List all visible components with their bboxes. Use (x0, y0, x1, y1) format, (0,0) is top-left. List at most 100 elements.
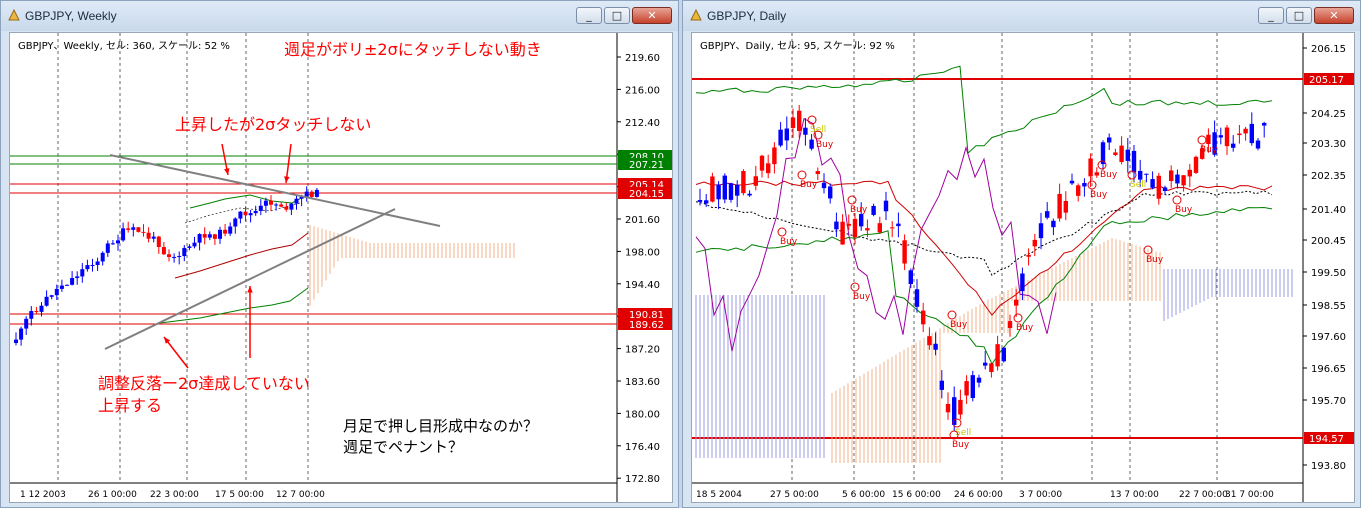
candle-body (1206, 134, 1211, 145)
signal-buy-label: Buy (853, 292, 871, 302)
candle-body (110, 243, 115, 245)
candle-body (253, 210, 258, 214)
minimize-button[interactable]: _ (576, 7, 602, 24)
candle-body (14, 339, 18, 343)
candle-body (1162, 187, 1168, 192)
annotation-top: 週足がボリ±2σにタッチしない動き (284, 40, 542, 59)
candle-body (939, 380, 944, 390)
candle-body (778, 129, 783, 146)
candle-body (59, 285, 64, 289)
price-tag-label: 204.15 (629, 189, 664, 200)
candle-body (131, 227, 136, 230)
candle-body (1001, 347, 1006, 362)
price-label: 180.00 (625, 409, 660, 420)
candle-body (24, 318, 29, 329)
candle-body (1020, 273, 1025, 292)
maximize-button[interactable]: □ (1286, 7, 1312, 24)
candle-body (883, 200, 889, 212)
signal-buy-label: Buy (1090, 190, 1108, 200)
annotation-correction-1: 調整反落ー2σ達成していない (98, 374, 310, 393)
price-label: 172.80 (625, 474, 660, 485)
candle-body (54, 288, 59, 296)
app-icon (690, 8, 702, 21)
candle-body (294, 198, 299, 204)
candle-body (1138, 170, 1143, 180)
close-button[interactable]: ✕ (632, 7, 672, 24)
minimize-button[interactable]: _ (1258, 7, 1284, 24)
candle-body (1014, 299, 1019, 306)
time-label: 5 6 00:00 (842, 490, 885, 500)
candle-body (39, 305, 44, 312)
candle-body (896, 223, 901, 227)
window-titlebar[interactable]: GBPJPY, Weekly _ □ ✕ (1, 1, 678, 31)
candle-body (902, 240, 907, 264)
candle-body (995, 344, 1000, 367)
candle-body (177, 256, 182, 258)
candle-body (1255, 140, 1261, 149)
arrow-correction-2-head (247, 286, 253, 293)
candle-body (716, 184, 721, 200)
candle-body (212, 234, 217, 239)
candle-body (890, 227, 895, 229)
signal-circle (797, 170, 807, 180)
candle-body (243, 211, 248, 216)
price-label: 194.40 (625, 280, 660, 291)
candle-body (141, 231, 146, 233)
candle-body (228, 226, 233, 234)
time-label: 1 12 2003 (20, 490, 66, 500)
signal-circle (777, 227, 787, 237)
candle-body (1249, 123, 1254, 144)
candle-body (834, 221, 839, 230)
candle-body (722, 175, 727, 200)
candle-body (1063, 200, 1068, 213)
annotation-question-2: 週足でペナント？ (343, 438, 463, 456)
candle-body (1237, 133, 1242, 136)
candle-body (207, 234, 212, 238)
candle-body (1007, 321, 1013, 329)
bollinger-mid (695, 190, 1273, 277)
candle-body (274, 204, 279, 206)
daily-chart-pane[interactable]: GBPJPY、Daily, セル: 95, スケール: 92 % 206.15 2… (691, 32, 1355, 503)
candle-body (70, 277, 75, 285)
trendline-upper (109, 154, 441, 227)
candle-body (19, 328, 24, 340)
candle-body (172, 256, 177, 258)
time-label: 17 5 00:00 (215, 490, 264, 500)
price-label: 200.45 (1311, 236, 1346, 247)
candle-body (1069, 180, 1075, 184)
candle-body (289, 203, 294, 210)
time-label: 13 7 00:00 (1110, 490, 1159, 500)
signal-buy-label: Buy (952, 440, 970, 450)
candle-body (809, 139, 814, 149)
candle-body (182, 247, 187, 257)
price-label: 193.80 (1311, 461, 1346, 472)
candle-body (821, 182, 827, 189)
close-icon: ✕ (1329, 9, 1339, 22)
maximize-button[interactable]: □ (604, 7, 630, 24)
daily-chart-window[interactable]: GBPJPY, Daily _ □ ✕ GBPJPY、Daily, セル: 95… (682, 0, 1361, 508)
candle-body (151, 236, 156, 239)
chart-info: GBPJPY、Weekly, セル: 360, スケール: 52 % (18, 40, 230, 52)
signal-sell-label: Sell (1130, 180, 1146, 190)
candle-body (279, 204, 284, 207)
candle-body (735, 184, 740, 196)
price-label: 196.65 (1311, 364, 1346, 375)
candle-body (728, 183, 734, 200)
signal-buy-label: Buy (816, 140, 834, 150)
price-label: 198.00 (625, 247, 660, 258)
time-label: 12 7 00:00 (276, 490, 325, 500)
maximize-icon: □ (1293, 9, 1305, 22)
window-titlebar[interactable]: GBPJPY, Daily _ □ ✕ (683, 1, 1360, 31)
weekly-chart-pane[interactable]: GBPJPY、Weekly, セル: 360, スケール: 52 % 219.6… (9, 32, 673, 503)
price-label: 176.40 (625, 442, 660, 453)
time-label: 31 7 00:00 (1225, 490, 1274, 500)
candle-body (233, 218, 238, 227)
weekly-chart-window[interactable]: GBPJPY, Weekly _ □ ✕ GBPJPY、Weekly, セル: … (0, 0, 679, 508)
minimize-icon: _ (1268, 9, 1274, 22)
maximize-icon: □ (611, 9, 623, 22)
candle-body (753, 176, 758, 186)
candle-body (192, 242, 197, 247)
signal-sell-label: Sell (810, 125, 826, 135)
close-button[interactable]: ✕ (1314, 7, 1354, 24)
candle-body (1193, 156, 1199, 173)
